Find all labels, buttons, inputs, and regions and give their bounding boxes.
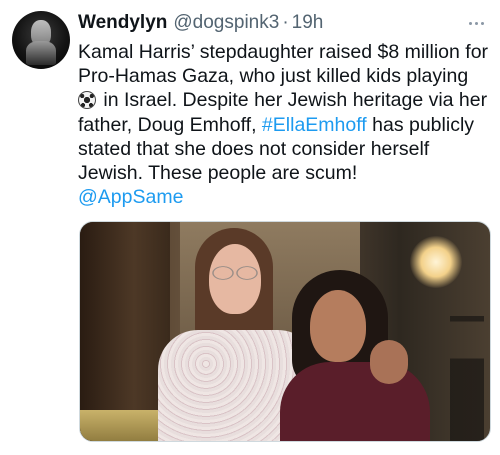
person-1-glasses	[211, 266, 259, 280]
tweet-photo[interactable]	[79, 221, 491, 442]
tweet-text: Kamal Harris’ stepdaughter raised $8 mil…	[78, 40, 492, 209]
avatar[interactable]	[12, 11, 70, 69]
tweet-text-part-1: Kamal Harris’ stepdaughter raised $8 mil…	[78, 41, 489, 88]
soccer-ball-icon	[78, 91, 96, 110]
tweet-header: Wendylyn @dogspink3 · 19h	[78, 10, 488, 36]
header-separator: ·	[282, 12, 289, 33]
author-name[interactable]: Wendylyn	[78, 10, 167, 36]
person-2-face	[310, 290, 366, 362]
photo-lamp	[410, 236, 462, 288]
photo-chair	[80, 410, 160, 441]
person-1-arm	[370, 340, 408, 384]
hashtag-link[interactable]: #EllaEmhoff	[262, 114, 367, 136]
author-handle[interactable]: @dogspink3	[173, 10, 279, 36]
person-2-body	[280, 362, 430, 441]
more-options-icon[interactable]	[464, 10, 488, 36]
photo-candelabra	[450, 302, 484, 441]
timestamp[interactable]: 19h	[292, 10, 324, 36]
photo-door	[80, 222, 170, 441]
mention-link[interactable]: @AppSame	[78, 186, 183, 208]
avatar-figure-body	[26, 41, 56, 65]
